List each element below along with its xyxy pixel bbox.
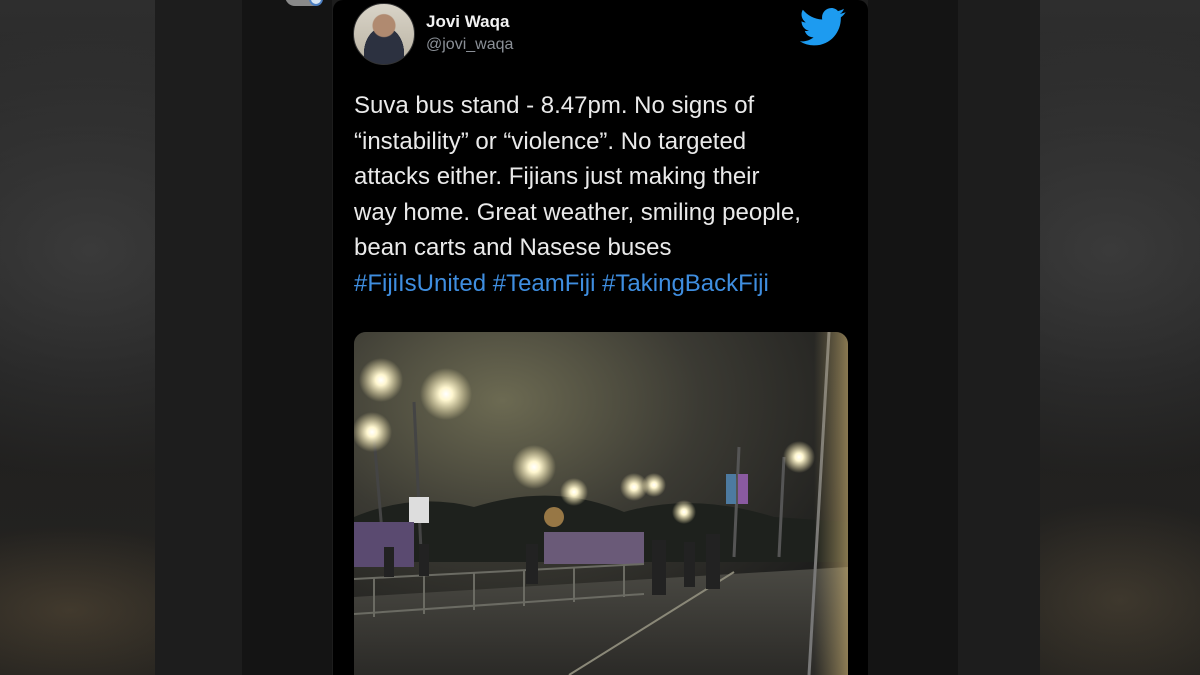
tweet-text: Suva bus stand - 8.47pm. No signs of “in…: [354, 88, 854, 301]
user-handle[interactable]: @jovi_waqa: [426, 36, 513, 54]
twitter-bird-icon: [800, 8, 846, 46]
street-night-photo: [354, 332, 848, 675]
avatar[interactable]: [353, 3, 415, 65]
display-name[interactable]: Jovi Waqa: [426, 12, 509, 32]
tweet-text-line: attacks either. Fijians just making thei…: [354, 163, 760, 190]
right-gutter: [868, 0, 958, 675]
partial-avatar: [285, 0, 323, 6]
tweet-text-line: “instability” or “violence”. No targeted: [354, 127, 747, 155]
tweet-photo[interactable]: [354, 332, 848, 675]
left-gutter: [242, 0, 332, 675]
tweet-text-line: bean carts and Nasese buses: [354, 234, 672, 261]
tweet-text-line: Suva bus stand - 8.47pm. No signs of: [354, 92, 755, 119]
tweet-card[interactable]: Jovi Waqa @jovi_waqa Suva bus stand - 8.…: [333, 0, 868, 675]
tweet-text-line: way home. Great weather, smiling people,: [354, 198, 801, 226]
hashtag-links[interactable]: #FijiIsUnited #TeamFiji #TakingBackFiji: [354, 266, 854, 302]
